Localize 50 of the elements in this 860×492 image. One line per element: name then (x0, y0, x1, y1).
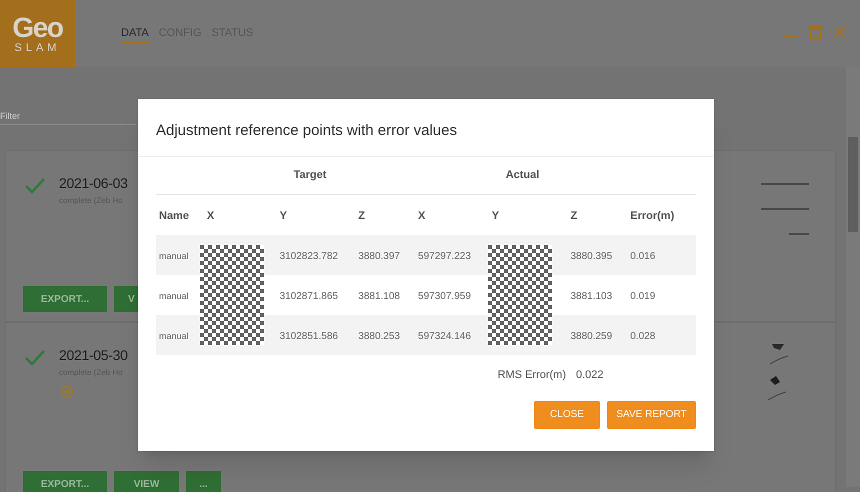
column-header: Z (358, 210, 365, 222)
dialog-title: Adjustment reference points with error values (138, 99, 714, 157)
table-cell: 3880.395 (570, 251, 612, 262)
close-icon[interactable] (834, 26, 846, 38)
scan-thumbnail-drawing (768, 343, 789, 401)
column-header: X (206, 210, 214, 222)
logo-subtitle: SLAM (14, 42, 60, 54)
table-cell: 0.028 (630, 331, 656, 342)
table-cell: 3102851.586 (280, 331, 338, 342)
table-cell: manual (159, 291, 189, 301)
column-header: Y (492, 210, 500, 222)
table-cell: 0.019 (630, 291, 656, 302)
table-cell: manual (159, 251, 189, 261)
table-cell: 3880.397 (358, 251, 400, 262)
close-button[interactable]: CLOSE (534, 400, 600, 428)
nav-tab[interactable]: DATA (121, 25, 149, 43)
scan-action-button[interactable]: VIEW (114, 471, 179, 492)
table-cell: 3881.108 (358, 291, 400, 302)
filter-field[interactable]: Filter (0, 107, 136, 125)
rms-error-label: RMS Error(m) (498, 368, 566, 383)
table-cell: 3102871.865 (280, 291, 338, 302)
scrollbar[interactable] (846, 67, 860, 487)
scan-action-button[interactable]: V (114, 286, 139, 312)
table-cell: 3880.253 (358, 331, 400, 342)
logo-wordmark: Geo (12, 14, 63, 42)
table-cell: 3881.103 (570, 291, 612, 302)
rms-error-value: 0.022 (576, 368, 605, 383)
scan-title: 2021-05-30 (59, 346, 128, 365)
scrollbar-thumb[interactable] (848, 137, 858, 232)
table-cell: 597324.146 (418, 331, 471, 342)
scan-action-button[interactable]: EXPORT... (23, 286, 107, 312)
save-report-button[interactable]: SAVE REPORT (607, 400, 696, 428)
column-header: Error(m) (630, 210, 674, 222)
scan-thumbnail-drawing (761, 183, 809, 235)
column-header: Z (570, 210, 578, 222)
table-cell: 597307.959 (418, 291, 471, 302)
scan-title: 2021-06-03 (59, 174, 128, 193)
table-cell: 597297.223 (418, 251, 471, 262)
column-header: X (418, 210, 426, 222)
table-cell: 0.016 (630, 251, 656, 262)
table-cell: 3880.259 (570, 331, 612, 342)
scan-action-button[interactable]: ... (186, 471, 221, 492)
column-group-header: Actual (506, 168, 540, 184)
column-header: Name (159, 210, 189, 222)
table-cell: 3102823.782 (280, 251, 338, 262)
column-header: Y (280, 210, 287, 222)
scan-action-button[interactable]: EXPORT... (23, 471, 107, 492)
column-group-header: Target (294, 168, 326, 184)
maximize-icon[interactable] (809, 26, 822, 39)
table-cell: manual (159, 331, 189, 341)
